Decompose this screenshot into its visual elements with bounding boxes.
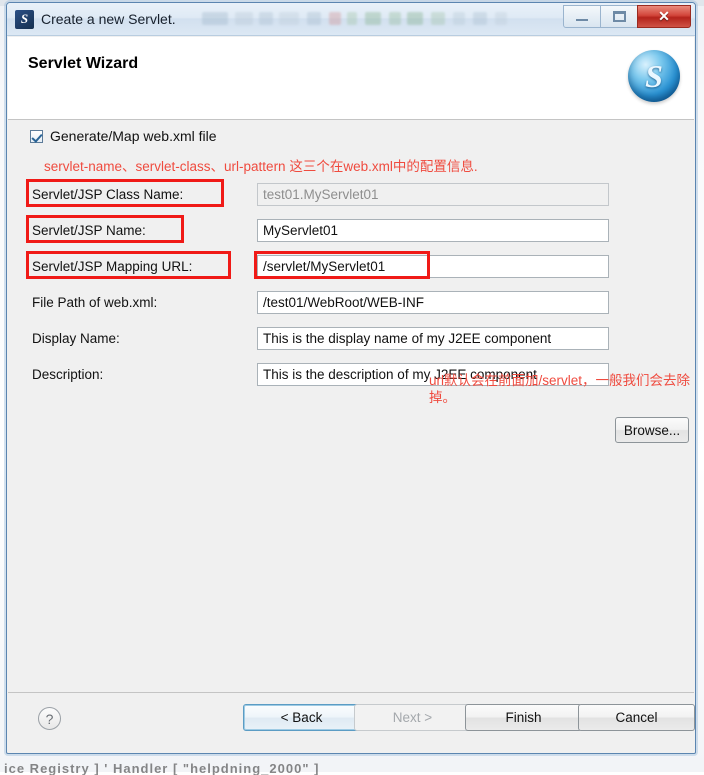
servlet-app-icon: S — [15, 9, 34, 29]
annotation-webxml-config: servlet-name、servlet-class、url-pattern 这… — [44, 159, 478, 174]
close-icon: ✕ — [658, 8, 670, 24]
annotation-url-prefix: url默认会在前面加/servlet，一般我们会去除掉。 — [429, 373, 691, 405]
generate-webxml-checkbox-row[interactable]: Generate/Map web.xml file — [30, 128, 217, 144]
form-row-servlet-name: Servlet/JSP Name: MyServlet01 — [8, 218, 694, 243]
minimize-button[interactable] — [563, 5, 601, 28]
label-servlet-name: Servlet/JSP Name: — [32, 223, 146, 238]
maximize-button[interactable] — [600, 5, 638, 28]
form-row-class-name: Servlet/JSP Class Name: test01.MyServlet… — [8, 182, 694, 207]
servlet-logo-icon: S — [628, 50, 680, 102]
input-file-path[interactable]: /test01/WebRoot/WEB-INF — [257, 291, 609, 314]
window-title: Create a new Servlet. — [41, 11, 176, 27]
label-file-path: File Path of web.xml: — [32, 295, 158, 310]
generate-webxml-label: Generate/Map web.xml file — [50, 128, 217, 144]
wizard-footer: ? < Back Next > Finish Cancel — [8, 693, 695, 753]
minimize-icon — [576, 18, 588, 21]
label-mapping-url: Servlet/JSP Mapping URL: — [32, 259, 193, 274]
form-row-mapping-url: Servlet/JSP Mapping URL: /servlet/MyServ… — [8, 254, 694, 279]
label-description: Description: — [32, 367, 104, 382]
wizard-header: Servlet Wizard S — [8, 37, 694, 120]
wizard-logo: S — [624, 42, 684, 110]
app-icon-letter: S — [20, 11, 29, 26]
page-title: Servlet Wizard — [28, 55, 139, 72]
input-class-name[interactable]: test01.MyServlet01 — [257, 183, 609, 206]
cancel-button[interactable]: Cancel — [578, 704, 695, 731]
window-titlebar[interactable]: S Create a new Servlet. ✕ — [7, 3, 695, 36]
finish-button[interactable]: Finish — [465, 704, 582, 731]
window-controls: ✕ — [563, 5, 691, 28]
help-icon[interactable]: ? — [38, 707, 61, 730]
input-servlet-name[interactable]: MyServlet01 — [257, 219, 609, 242]
browse-button[interactable]: Browse... — [615, 417, 689, 443]
input-mapping-url[interactable]: /servlet/MyServlet01 — [257, 255, 609, 278]
generate-webxml-checkbox[interactable] — [30, 129, 43, 143]
close-button[interactable]: ✕ — [637, 5, 691, 28]
label-class-name: Servlet/JSP Class Name: — [32, 187, 184, 202]
maximize-icon — [612, 11, 626, 22]
back-button[interactable]: < Back — [243, 704, 360, 731]
wizard-form-panel: Generate/Map web.xml file servlet-name、s… — [8, 120, 694, 693]
label-display-name: Display Name: — [32, 331, 120, 346]
input-display-name[interactable]: This is the display name of my J2EE comp… — [257, 327, 609, 350]
servlet-wizard-window: S Create a new Servlet. ✕ Servlet Wizard… — [6, 2, 696, 754]
background-code-text: ice Registry ] ' Handler [ "helpdning_20… — [4, 761, 320, 775]
form-row-display-name: Display Name: This is the display name o… — [8, 326, 694, 351]
logo-letter: S — [645, 57, 663, 94]
next-button: Next > — [354, 704, 471, 731]
form-row-file-path: File Path of web.xml: /test01/WebRoot/WE… — [8, 290, 694, 315]
